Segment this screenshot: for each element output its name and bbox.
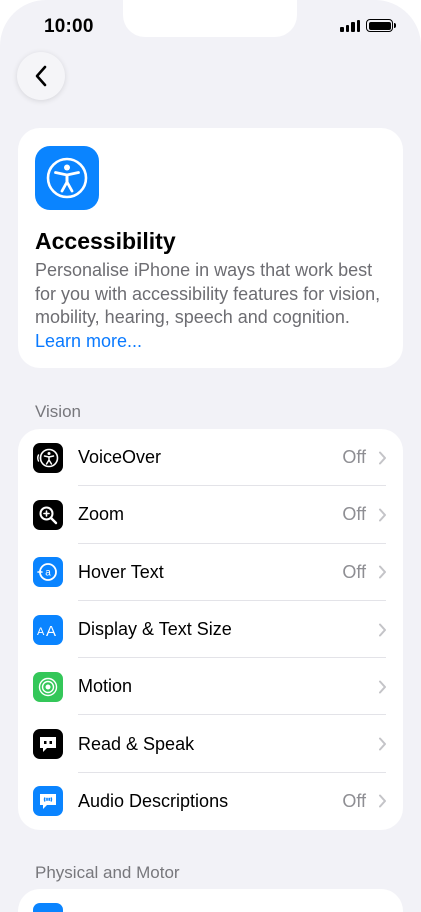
chevron-right-icon: [379, 451, 386, 465]
status-icons: [340, 19, 396, 32]
display-text-size-row[interactable]: A A Display & Text Size: [18, 601, 403, 659]
phone-screen: 10:00 Accessibility Personalise iPhone i…: [0, 0, 421, 912]
accessibility-icon: [35, 146, 99, 210]
chevron-left-icon: [35, 65, 47, 87]
zoom-value: Off: [342, 504, 366, 525]
physical-motor-group: [18, 889, 403, 912]
hover-text-value: Off: [342, 561, 366, 582]
chevron-right-icon: [379, 565, 386, 579]
chevron-right-icon: [379, 794, 386, 808]
learn-more-link[interactable]: Learn more...: [35, 331, 142, 351]
touch-icon: [33, 903, 63, 912]
motion-icon: [33, 671, 63, 702]
text-size-icon: A A: [33, 614, 63, 645]
zoom-row[interactable]: Zoom Off: [18, 486, 403, 544]
svg-text:A: A: [46, 623, 56, 640]
description-text: Personalise iPhone in ways that work bes…: [35, 260, 381, 327]
chevron-right-icon: [379, 508, 386, 522]
back-button[interactable]: [17, 52, 65, 100]
read-speak-row[interactable]: Read & Speak: [18, 715, 403, 773]
voiceover-label: VoiceOver: [78, 447, 162, 468]
motion-row[interactable]: Motion: [18, 658, 403, 716]
chevron-right-icon: [379, 623, 386, 637]
voiceover-icon: [33, 442, 63, 473]
notch: [123, 0, 297, 37]
display-text-size-label: Display & Text Size: [78, 619, 232, 640]
page-title: Accessibility: [35, 228, 176, 254]
hover-text-row[interactable]: a Hover Text Off: [18, 544, 403, 601]
battery-icon: [366, 19, 396, 32]
audio-descriptions-icon: [33, 786, 63, 817]
chevron-right-icon: [379, 737, 386, 751]
section-label-vision: Vision: [35, 402, 81, 421]
audio-descriptions-row[interactable]: Audio Descriptions Off: [18, 773, 403, 830]
status-time: 10:00: [44, 16, 94, 37]
motion-label: Motion: [78, 676, 133, 697]
audio-descriptions-label: Audio Descriptions: [78, 790, 229, 811]
zoom-label: Zoom: [78, 504, 125, 525]
zoom-icon: [33, 499, 63, 530]
speech-bubble-icon: [33, 729, 63, 760]
section-label-physical-motor: Physical and Motor: [35, 863, 180, 882]
audio-descriptions-value: Off: [342, 790, 366, 811]
voiceover-value: Off: [342, 447, 366, 468]
signal-icon: [340, 19, 360, 32]
svg-text:A: A: [37, 626, 45, 638]
vision-settings-group: VoiceOver Off Zoom Off a Hover Text Off …: [18, 429, 403, 831]
svg-text:a: a: [45, 568, 51, 579]
accessibility-header-card: Accessibility Personalise iPhone in ways…: [18, 128, 403, 368]
header-description: Personalise iPhone in ways that work bes…: [35, 259, 390, 353]
voiceover-row[interactable]: VoiceOver Off: [18, 429, 403, 487]
chevron-right-icon: [379, 680, 386, 694]
hover-text-label: Hover Text: [78, 561, 164, 582]
read-speak-label: Read & Speak: [78, 733, 195, 754]
hover-text-icon: a: [33, 557, 63, 588]
